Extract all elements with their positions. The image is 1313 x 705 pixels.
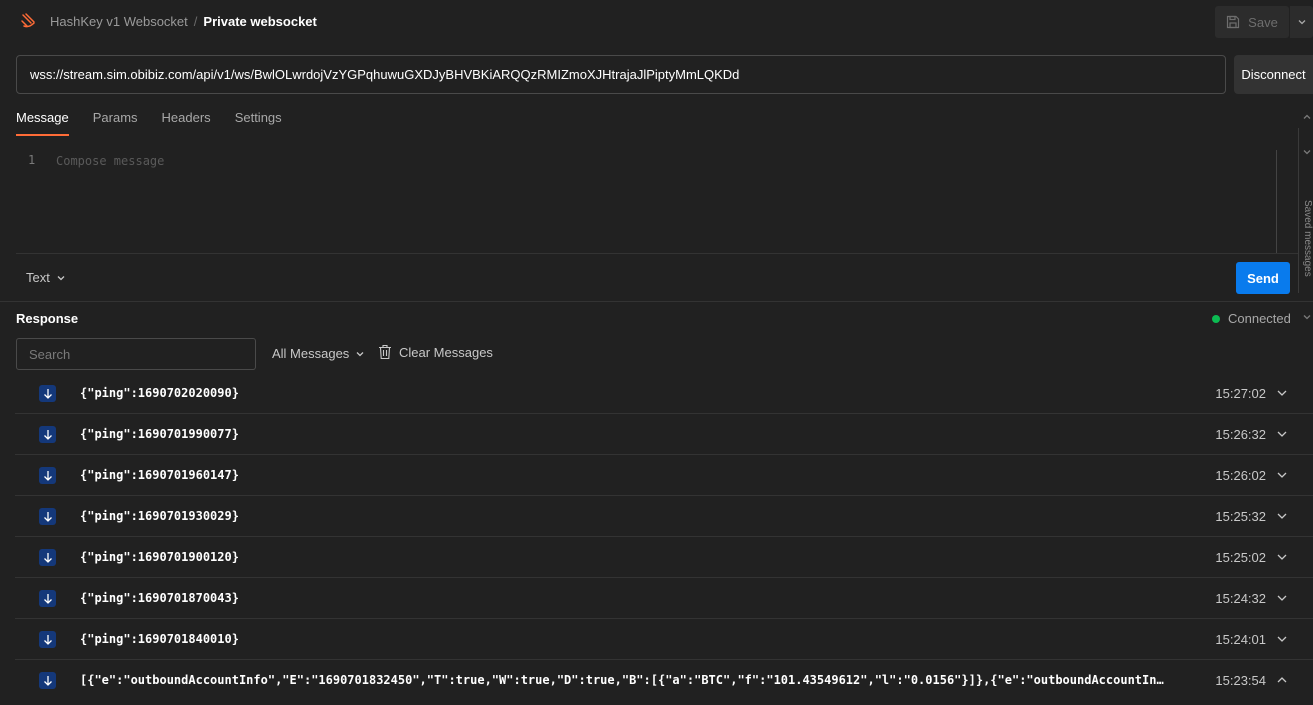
message-format-label: Text	[26, 270, 50, 285]
trash-icon	[379, 344, 391, 360]
message-row[interactable]: {"ping":1690701930029} 15:25:32	[15, 496, 1313, 537]
message-time: 15:25:32	[1215, 509, 1266, 524]
chevron-down-icon	[356, 351, 364, 356]
status-dot-icon	[1212, 314, 1220, 323]
incoming-arrow-icon	[39, 508, 56, 525]
side-panel-divider	[1298, 128, 1299, 293]
response-divider	[0, 301, 1313, 302]
url-input[interactable]: wss://stream.sim.obibiz.com/api/v1/ws/Bw…	[16, 55, 1226, 94]
message-content: {"ping":1690701840010}	[80, 632, 239, 646]
chevron-down-icon[interactable]	[1275, 386, 1289, 400]
send-button[interactable]: Send	[1236, 262, 1290, 294]
chevron-down-icon[interactable]	[1302, 312, 1312, 322]
incoming-arrow-icon	[39, 426, 56, 443]
line-number: 1	[28, 153, 36, 167]
request-tabs: Message Params Headers Settings	[16, 110, 282, 136]
chevron-down-icon[interactable]	[1275, 550, 1289, 564]
message-row[interactable]: {"ping":1690702020090} 15:27:02	[15, 373, 1313, 414]
tab-headers[interactable]: Headers	[162, 110, 211, 136]
message-row[interactable]: {"ping":1690701900120} 15:25:02	[15, 537, 1313, 578]
breadcrumb: HashKey v1 Websocket / Private websocket	[50, 14, 317, 29]
clear-messages-label: Clear Messages	[399, 344, 493, 360]
message-content: {"ping":1690701870043}	[80, 591, 239, 605]
message-format-select[interactable]: Text	[26, 270, 66, 285]
request-name[interactable]: Private websocket	[203, 14, 316, 29]
message-row[interactable]: {"ping":1690701990077} 15:26:32	[15, 414, 1313, 455]
incoming-arrow-icon	[39, 385, 56, 402]
compose-placeholder: Compose message	[56, 154, 165, 168]
incoming-arrow-icon	[39, 467, 56, 484]
chevron-down-icon	[57, 275, 65, 280]
message-content: {"ping":1690701930029}	[80, 509, 239, 523]
chevron-up-icon[interactable]	[1302, 112, 1312, 122]
message-row[interactable]: {"ping":1690701840010} 15:24:01	[15, 619, 1313, 660]
chevron-up-icon[interactable]	[1275, 673, 1289, 687]
save-options-button[interactable]	[1290, 6, 1313, 38]
websocket-icon	[21, 13, 35, 28]
incoming-arrow-icon	[39, 590, 56, 607]
request-header: HashKey v1 Websocket / Private websocket…	[0, 0, 1313, 44]
chevron-down-icon	[1298, 20, 1305, 25]
message-row[interactable]: [{"e":"outboundAccountInfo","E":"1690701…	[15, 660, 1313, 701]
chevron-down-icon[interactable]	[1275, 591, 1289, 605]
message-time: 15:27:02	[1215, 386, 1266, 401]
message-content: {"ping":1690701900120}	[80, 550, 239, 564]
message-content: {"ping":1690701960147}	[80, 468, 239, 482]
status-label: Connected	[1228, 311, 1291, 326]
message-content: {"ping":1690701990077}	[80, 427, 239, 441]
editor-scrollbar[interactable]	[1276, 150, 1277, 253]
message-time: 15:24:32	[1215, 591, 1266, 606]
incoming-arrow-icon	[39, 549, 56, 566]
chevron-down-icon[interactable]	[1275, 632, 1289, 646]
message-time: 15:26:02	[1215, 468, 1266, 483]
message-time: 15:24:01	[1215, 632, 1266, 647]
websocket-request-view: HashKey v1 Websocket / Private websocket…	[0, 0, 1313, 705]
message-row[interactable]: {"ping":1690701960147} 15:26:02	[15, 455, 1313, 496]
breadcrumb-separator: /	[193, 14, 198, 29]
incoming-arrow-icon	[39, 672, 56, 689]
message-filter-label: All Messages	[272, 346, 350, 361]
chevron-down-icon[interactable]	[1275, 427, 1289, 441]
message-filter-select[interactable]: All Messages	[272, 346, 365, 361]
message-row[interactable]: {"ping":1690701870043} 15:24:32	[15, 578, 1313, 619]
message-time: 15:25:02	[1215, 550, 1266, 565]
response-title: Response	[16, 311, 79, 326]
tab-params[interactable]: Params	[93, 110, 138, 136]
save-icon	[1227, 15, 1240, 29]
disconnect-button[interactable]: Disconnect	[1234, 55, 1313, 94]
message-editor[interactable]: 1 Compose message	[16, 148, 1276, 253]
message-time: 15:26:32	[1215, 427, 1266, 442]
save-button[interactable]: Save	[1215, 6, 1289, 38]
editor-divider	[16, 253, 1298, 254]
tab-settings[interactable]: Settings	[235, 110, 282, 136]
chevron-down-icon[interactable]	[1275, 509, 1289, 523]
chevron-down-icon[interactable]	[1275, 468, 1289, 482]
connection-status: Connected	[1212, 311, 1291, 326]
save-label: Save	[1248, 14, 1278, 30]
search-input[interactable]	[16, 338, 256, 370]
incoming-arrow-icon	[39, 631, 56, 648]
tab-message[interactable]: Message	[16, 110, 69, 136]
message-content: {"ping":1690702020090}	[80, 386, 239, 400]
chevron-down-icon[interactable]	[1302, 147, 1312, 157]
saved-messages-tab[interactable]: Saved messages	[1300, 200, 1313, 292]
breadcrumb-collection[interactable]: HashKey v1 Websocket	[50, 14, 188, 29]
message-content: [{"e":"outboundAccountInfo","E":"1690701…	[80, 673, 1170, 687]
clear-messages-button[interactable]: Clear Messages	[378, 344, 493, 360]
message-list: {"ping":1690702020090} 15:27:02 {"ping":…	[0, 373, 1313, 701]
message-time: 15:23:54	[1215, 673, 1266, 688]
